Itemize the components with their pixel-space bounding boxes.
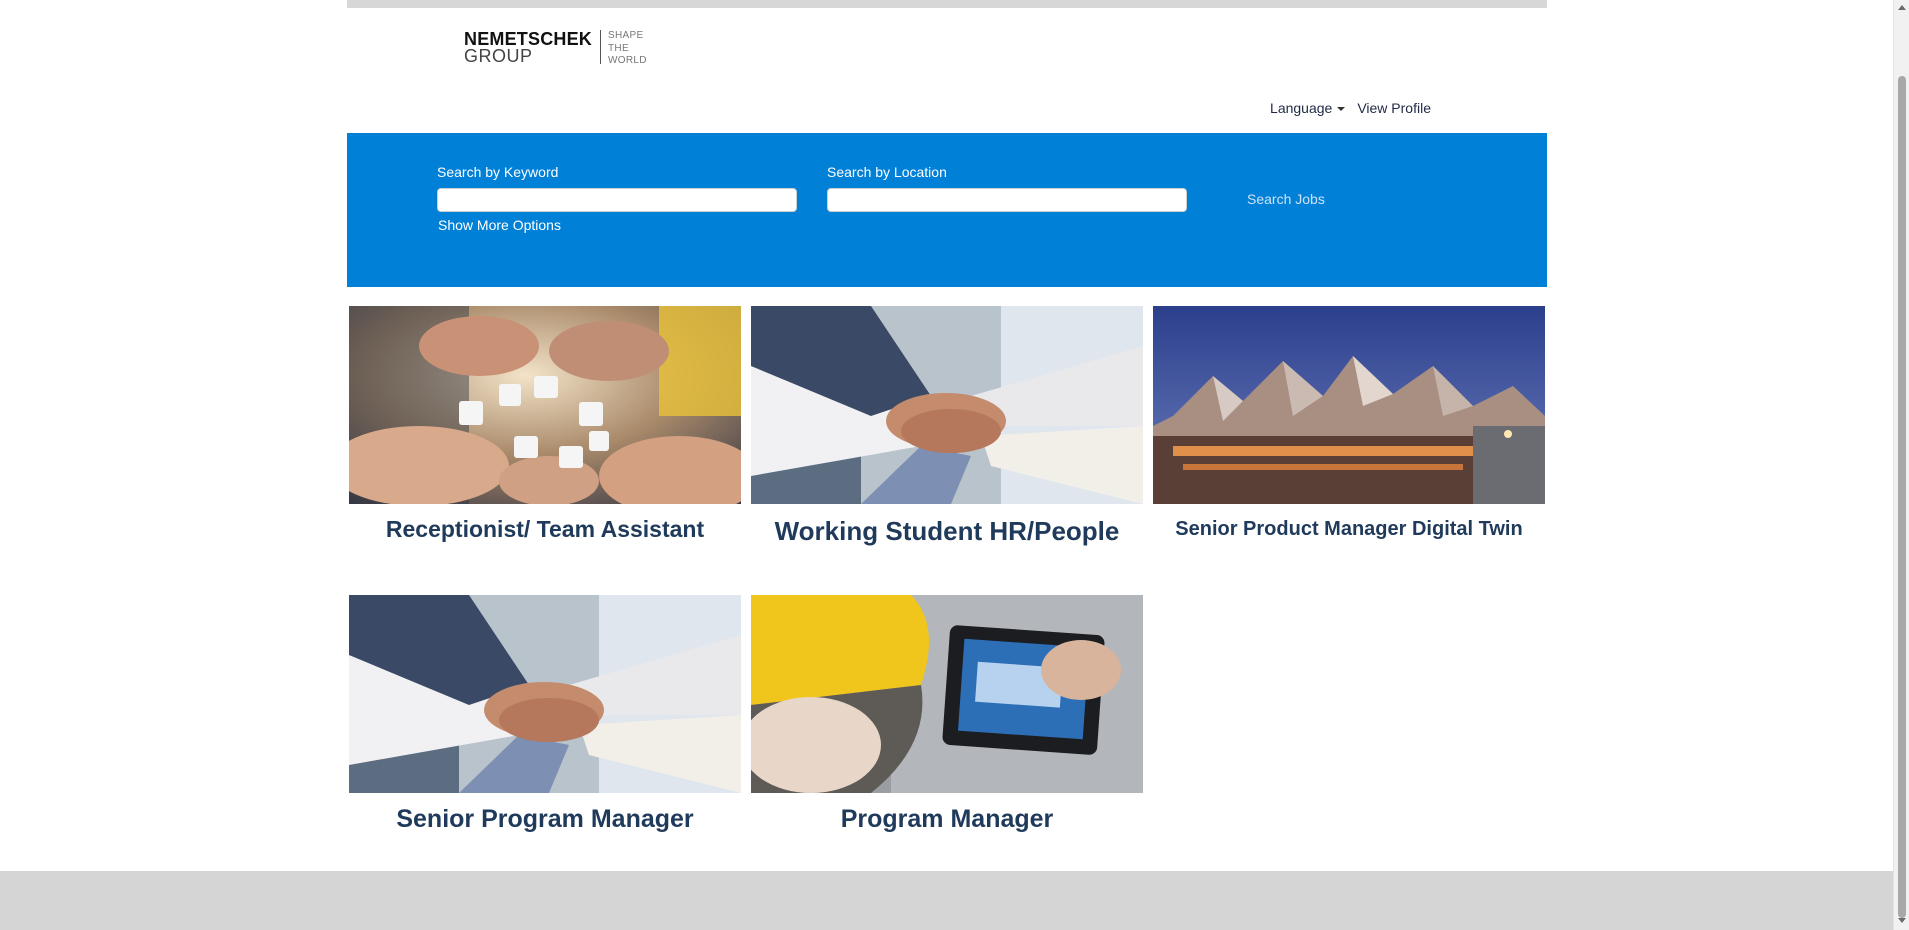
scroll-up-icon[interactable] bbox=[1898, 5, 1906, 10]
job-title[interactable]: Program Manager bbox=[751, 805, 1143, 834]
top-strip bbox=[347, 0, 1547, 8]
logo-wordmark: NEMETSCHEK GROUP bbox=[464, 30, 602, 66]
page-footer bbox=[0, 871, 1893, 930]
job-tile[interactable]: Senior Program Manager bbox=[349, 595, 741, 845]
nemetschek-logo[interactable]: NEMETSCHEK GROUP SHAPE THE WORLD bbox=[464, 30, 647, 70]
job-title[interactable]: Working Student HR/People bbox=[751, 516, 1143, 547]
show-more-options-link[interactable]: Show More Options bbox=[438, 217, 561, 233]
language-dropdown[interactable]: Language bbox=[1270, 100, 1346, 116]
job-title[interactable]: Senior Program Manager bbox=[349, 805, 741, 834]
vertical-scrollbar[interactable] bbox=[1893, 0, 1909, 930]
search-jobs-button[interactable]: Search Jobs bbox=[1247, 191, 1325, 207]
scroll-thumb[interactable] bbox=[1898, 76, 1906, 918]
hardhat-tablet-image bbox=[751, 595, 1143, 793]
language-label: Language bbox=[1270, 100, 1333, 116]
utility-nav: Language View Profile bbox=[1270, 100, 1431, 116]
logo-line2: GROUP bbox=[464, 46, 533, 66]
stacked-hands-image bbox=[349, 595, 741, 793]
search-banner: Search by Keyword Search by Location Sea… bbox=[347, 133, 1547, 287]
tagline-word: THE bbox=[608, 42, 629, 54]
job-tile[interactable]: Program Manager bbox=[751, 595, 1143, 845]
view-profile-link[interactable]: View Profile bbox=[1357, 100, 1431, 116]
caret-down-icon bbox=[1337, 106, 1346, 111]
scroll-down-icon[interactable] bbox=[1898, 918, 1906, 923]
puzzle-hands-image bbox=[349, 306, 741, 504]
location-label: Search by Location bbox=[827, 164, 947, 180]
stacked-hands-image bbox=[751, 306, 1143, 504]
keyword-label: Search by Keyword bbox=[437, 164, 559, 180]
building-dusk-image bbox=[1153, 306, 1545, 504]
job-title[interactable]: Senior Product Manager Digital Twin bbox=[1153, 518, 1545, 541]
tagline-word: SHAPE bbox=[608, 30, 644, 41]
location-search-input[interactable] bbox=[827, 188, 1187, 212]
job-tile[interactable]: Working Student HR/People bbox=[751, 306, 1143, 556]
site-header: NEMETSCHEK GROUP SHAPE THE WORLD Languag… bbox=[347, 8, 1547, 133]
job-title[interactable]: Receptionist/ Team Assistant bbox=[349, 516, 741, 543]
job-tile[interactable]: Senior Product Manager Digital Twin bbox=[1153, 306, 1545, 556]
keyword-search-input[interactable] bbox=[437, 188, 797, 212]
tagline-word: WORLD bbox=[608, 55, 647, 66]
job-tile[interactable]: Receptionist/ Team Assistant bbox=[349, 306, 741, 556]
logo-tagline: SHAPE THE WORLD bbox=[601, 30, 647, 68]
